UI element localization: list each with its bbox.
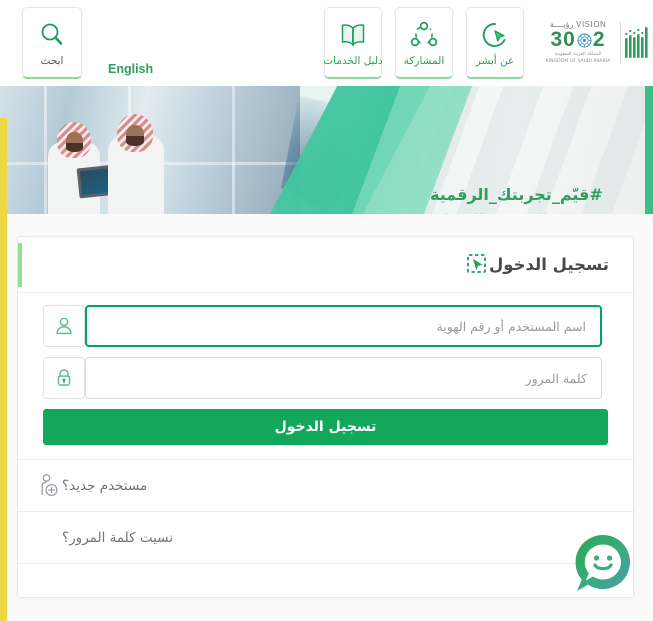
nav-button-label: دليل الخدمات: [323, 55, 383, 67]
chat-smiley-icon: [575, 535, 630, 591]
new-user-link-row[interactable]: مستخدم جديد؟: [18, 459, 633, 511]
lock-icon: [43, 357, 85, 399]
login-card-footer: [18, 563, 633, 597]
cursor-select-icon: [463, 252, 489, 278]
logo-divider: [620, 22, 621, 64]
password-field-row: [43, 357, 608, 399]
chat-assistant-button[interactable]: [571, 532, 635, 596]
nav-button-services-guide[interactable]: دليل الخدمات: [323, 7, 383, 79]
vision-year-left: 2: [592, 28, 606, 52]
new-user-link-label: مستخدم جديد؟: [62, 477, 148, 494]
login-card: تسجيل الدخول اسم المستخدم أو رقم الهوية …: [17, 236, 634, 598]
search-button-label: ابحث: [40, 55, 64, 67]
book-icon: [338, 18, 368, 52]
share-network-icon: [409, 18, 439, 52]
vision-kingdom-ar: المملكة العربية السعودية: [554, 52, 602, 58]
password-input[interactable]: [85, 357, 602, 399]
vision-kingdom-en: KINGDOM OF SAUDI ARABIA: [545, 59, 611, 65]
nav-button-about-absher[interactable]: عن أبشر: [466, 7, 524, 79]
forgot-password-spacer-icon: [36, 524, 62, 552]
left-yellow-strip: [0, 118, 7, 621]
search-button[interactable]: ابحث: [22, 7, 82, 79]
nav-button-label: المشاركة: [403, 55, 445, 67]
forgot-password-link-row[interactable]: نسيت كلمة المرور؟: [18, 511, 633, 563]
nav-button-label: عن أبشر: [475, 55, 515, 67]
nav-button-participation[interactable]: المشاركة: [395, 7, 453, 79]
vision-2030-logo: VISION رؤيــــة 2 30 المملكة العربية الس…: [540, 20, 616, 66]
banner-subtitle: خدمة الهوية الوطنية: [415, 211, 640, 214]
vision-emblem-icon: [577, 33, 592, 48]
cursor-circle-icon: [480, 18, 510, 52]
username-field-row: [43, 305, 608, 347]
user-add-icon: [36, 472, 62, 500]
login-card-header: تسجيل الدخول: [18, 237, 633, 293]
login-card-accent-bar: [18, 243, 22, 287]
site-header: ابحث English دليل الخدمات المشاركة عن أب…: [0, 0, 653, 86]
absher-logo[interactable]: [624, 22, 650, 64]
banner-green-edge: [645, 86, 653, 214]
login-card-body: تسجيل الدخول: [18, 293, 633, 445]
forgot-password-link-label: نسيت كلمة المرور؟: [62, 529, 173, 546]
username-input[interactable]: [85, 305, 602, 347]
login-submit-button[interactable]: تسجيل الدخول: [43, 409, 608, 445]
page-root: ابحث English دليل الخدمات المشاركة عن أب…: [0, 0, 653, 621]
vision-year-right: 30: [550, 28, 576, 52]
user-icon: [43, 305, 85, 347]
banner-photo: [0, 86, 300, 214]
hero-banner: خدمة الهوية الوطنية #قيّم_تجربتك_الرقمية…: [0, 86, 653, 214]
language-switch-link[interactable]: English: [108, 62, 153, 76]
search-icon: [38, 18, 66, 52]
login-title: تسجيل الدخول: [488, 255, 609, 274]
banner-title: #قيّم_تجربتك_الرقمية: [430, 185, 603, 204]
